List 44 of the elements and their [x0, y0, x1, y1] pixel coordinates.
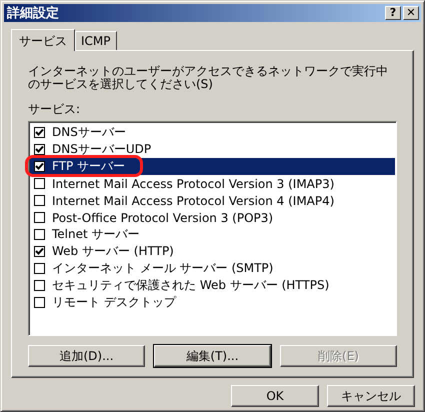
service-item[interactable]: Web サーバー (HTTP): [30, 243, 395, 260]
service-item[interactable]: リモート デスクトップ: [30, 294, 395, 311]
checkbox[interactable]: [34, 229, 45, 240]
checkbox[interactable]: [34, 127, 45, 138]
add-button[interactable]: 追加(D)...: [28, 345, 145, 367]
service-item[interactable]: インターネット メール サーバー (SMTP): [30, 260, 395, 277]
service-label: Post-Office Protocol Version 3 (POP3): [51, 210, 274, 224]
service-item[interactable]: Internet Mail Access Protocol Version 3 (IMAP3): [30, 175, 395, 192]
service-label: リモート デスクトップ: [51, 294, 177, 311]
checkbox[interactable]: [34, 280, 45, 291]
service-label: Internet Mail Access Protocol Version 3 (IMAP3): [51, 176, 336, 190]
ok-button[interactable]: OK: [231, 385, 319, 407]
help-button[interactable]: ?: [385, 6, 401, 20]
service-label: セキュリティで保護された Web サーバー (HTTPS): [51, 277, 330, 294]
service-item[interactable]: セキュリティで保護された Web サーバー (HTTPS): [30, 277, 395, 294]
tab[interactable]: サービス: [11, 29, 75, 51]
services-label: サービス:: [28, 101, 82, 118]
service-item[interactable]: DNSサーバー: [30, 124, 395, 141]
close-button[interactable]: ✕: [403, 6, 419, 20]
checkbox[interactable]: [34, 246, 45, 257]
checkbox[interactable]: [34, 195, 45, 206]
checkbox[interactable]: [34, 144, 45, 155]
service-label: インターネット メール サーバー (SMTP): [51, 260, 274, 277]
edit-button[interactable]: 編集(T)...: [154, 345, 271, 367]
checkbox[interactable]: [34, 212, 45, 223]
service-label: DNSサーバー: [51, 124, 127, 141]
service-label: Internet Mail Access Protocol Version 4 (IMAP4): [51, 194, 336, 208]
checkbox[interactable]: [34, 297, 45, 308]
checkbox[interactable]: [34, 161, 45, 172]
service-item[interactable]: DNSサーバーUDP: [30, 141, 395, 158]
service-item[interactable]: Internet Mail Access Protocol Version 4 (IMAP4): [30, 192, 395, 209]
tab[interactable]: ICMP: [75, 31, 117, 50]
service-label: DNSサーバーUDP: [51, 141, 152, 158]
service-label: Telnet サーバー: [51, 226, 141, 243]
checkbox[interactable]: [34, 178, 45, 189]
window-title: 詳細設定: [7, 4, 60, 22]
service-item[interactable]: Telnet サーバー: [30, 226, 395, 243]
service-item[interactable]: FTP サーバー: [30, 158, 395, 175]
service-label: Web サーバー (HTTP): [51, 243, 175, 260]
checkbox[interactable]: [34, 263, 45, 274]
service-item[interactable]: Post-Office Protocol Version 3 (POP3): [30, 209, 395, 226]
cancel-button[interactable]: キャンセル: [327, 385, 415, 407]
description-text: インターネットのユーザーがアクセスできるネットワークで実行中のサービスを選択してください(S): [28, 65, 389, 91]
service-label: FTP サーバー: [51, 158, 126, 175]
